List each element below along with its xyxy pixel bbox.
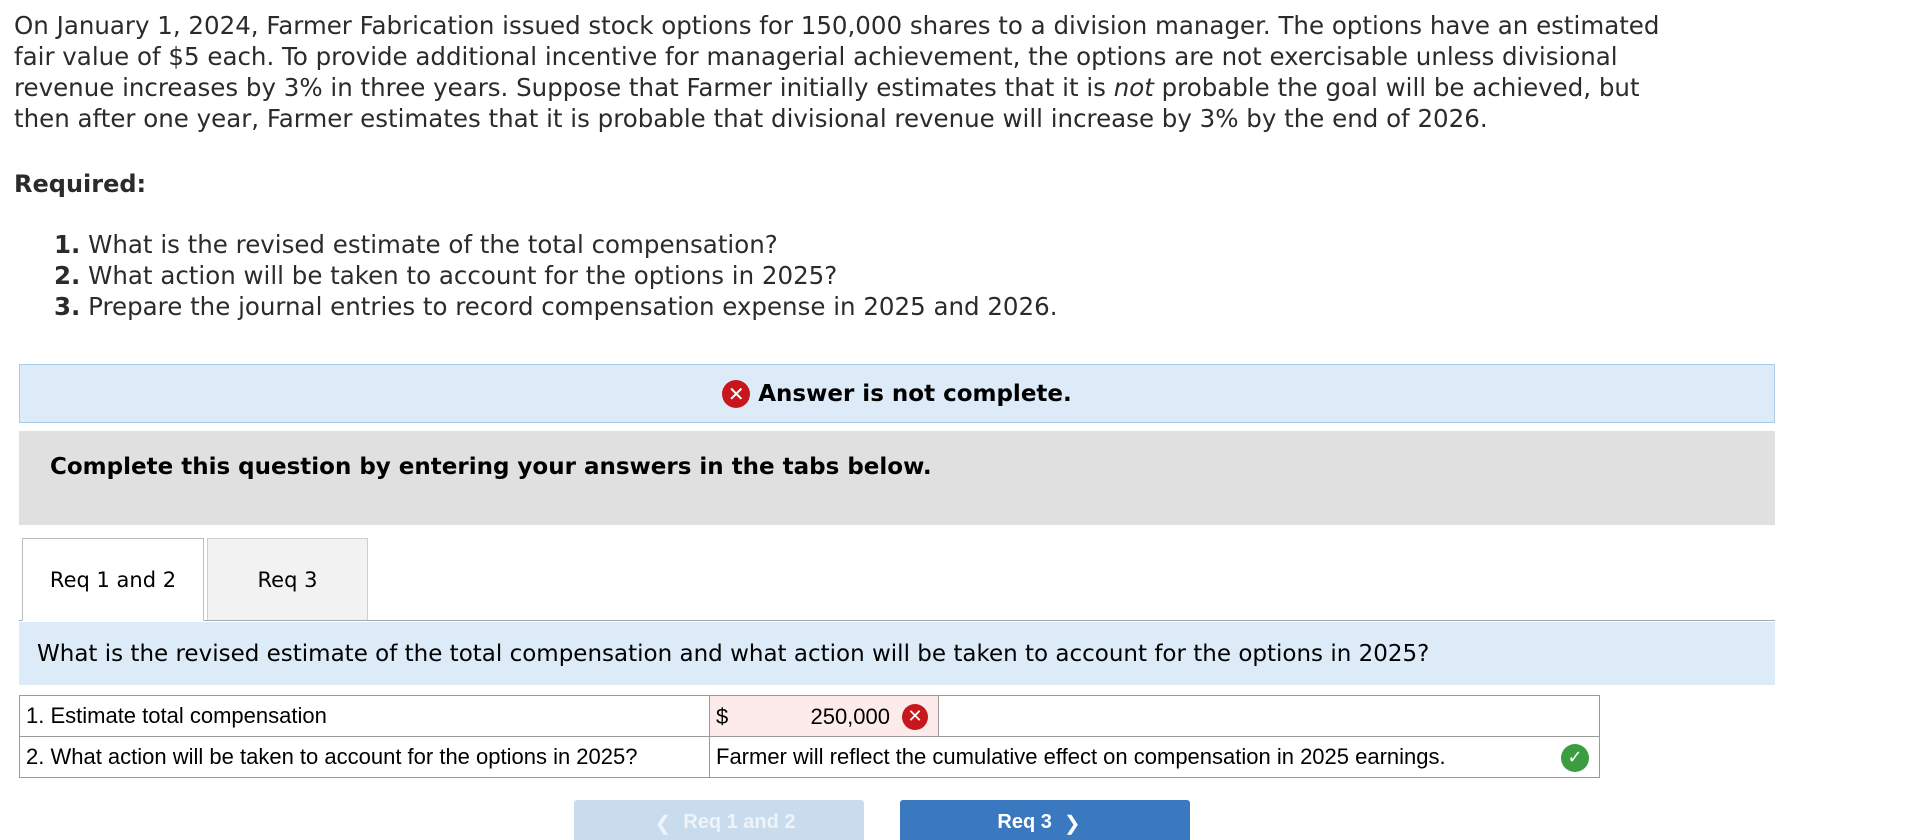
requirement-item: 2. What action will be taken to account …: [54, 260, 1058, 291]
tab-divider: [19, 620, 1775, 621]
answer-table: 1. Estimate total compensation $ 250,000…: [19, 695, 1600, 778]
requirement-number: 3.: [54, 292, 81, 321]
check-circle-icon: ✓: [1561, 744, 1589, 772]
tab-label: Req 1 and 2: [49, 567, 177, 592]
intro-emphasis: not: [1113, 73, 1154, 102]
requirement-number: 2.: [54, 261, 81, 290]
row-label: 2. What action will be taken to account …: [19, 736, 710, 778]
instructions-panel: Complete this question by entering your …: [19, 431, 1775, 525]
problem-statement: On January 1, 2024, Farmer Fabrication i…: [14, 10, 1694, 134]
prev-tab-button[interactable]: ❮ Req 1 and 2: [574, 800, 864, 840]
tab-req-3[interactable]: Req 3: [207, 538, 368, 621]
question-prompt: What is the revised estimate of the tota…: [19, 622, 1775, 685]
requirement-text: What is the revised estimate of the tota…: [88, 230, 778, 259]
required-heading: Required:: [14, 170, 147, 198]
x-circle-icon: ✕: [722, 379, 751, 408]
action-value: Farmer will reflect the cumulative effec…: [716, 744, 1446, 769]
next-tab-button[interactable]: Req 3 ❯: [900, 800, 1190, 840]
table-row: 1. Estimate total compensation $ 250,000…: [19, 695, 1600, 737]
answer-status-banner: ✕ Answer is not complete.: [19, 364, 1775, 423]
compensation-input[interactable]: $ 250,000 ✕: [709, 695, 939, 737]
row-label: 1. Estimate total compensation: [19, 695, 710, 737]
tab-bar: Req 1 and 2 Req 3: [19, 538, 1775, 621]
requirements-list: 1. What is the revised estimate of the t…: [54, 229, 1058, 322]
empty-cell: [938, 695, 1600, 737]
requirement-text: What action will be taken to account for…: [88, 261, 838, 290]
chevron-right-icon: ❯: [1063, 813, 1081, 835]
requirement-number: 1.: [54, 230, 81, 259]
chevron-left-icon: ❮: [654, 813, 672, 835]
answer-status-text: Answer is not complete.: [758, 380, 1072, 407]
compensation-value: 250,000: [810, 704, 890, 729]
tab-label: Req 3: [257, 567, 318, 592]
incorrect-icon: ✕: [902, 704, 928, 730]
instructions-text: Complete this question by entering your …: [50, 454, 932, 480]
action-select[interactable]: Farmer will reflect the cumulative effec…: [709, 736, 1600, 778]
requirement-item: 3. Prepare the journal entries to record…: [54, 291, 1058, 322]
requirement-item: 1. What is the revised estimate of the t…: [54, 229, 1058, 260]
requirement-text: Prepare the journal entries to record co…: [88, 292, 1058, 321]
question-text: What is the revised estimate of the tota…: [37, 640, 1430, 667]
currency-symbol: $: [716, 704, 729, 729]
table-row: 2. What action will be taken to account …: [19, 736, 1600, 778]
tab-req-1-and-2[interactable]: Req 1 and 2: [22, 538, 204, 621]
